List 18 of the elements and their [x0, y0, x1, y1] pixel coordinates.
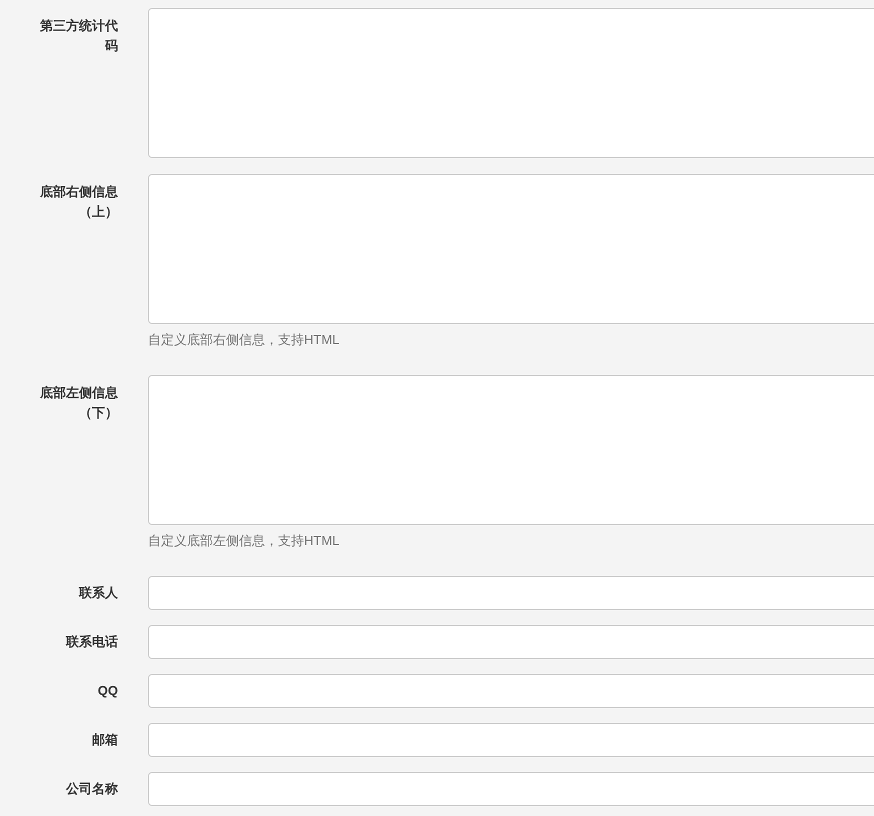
field-label: 第三方统计代码	[39, 17, 118, 55]
input-field[interactable]	[148, 674, 874, 708]
text-area[interactable]	[148, 174, 874, 324]
help-text: 自定义底部左侧信息，支持HTML	[148, 532, 340, 550]
field-label: 联系人	[79, 584, 118, 602]
help-text: 自定义底部右侧信息，支持HTML	[148, 331, 340, 349]
text-area[interactable]	[148, 8, 874, 158]
input-field[interactable]	[148, 772, 874, 806]
field-label: 底部右侧信息（上）	[39, 183, 118, 221]
field-label: 联系电话	[66, 633, 118, 651]
field-label: 公司名称	[66, 780, 118, 798]
input-field[interactable]	[148, 576, 874, 610]
input-field[interactable]	[148, 723, 874, 757]
field-label: 底部左侧信息（下）	[39, 384, 118, 422]
field-label: 邮箱	[92, 731, 118, 749]
input-field[interactable]	[148, 625, 874, 659]
field-label: QQ	[98, 682, 118, 700]
text-area[interactable]	[148, 375, 874, 525]
